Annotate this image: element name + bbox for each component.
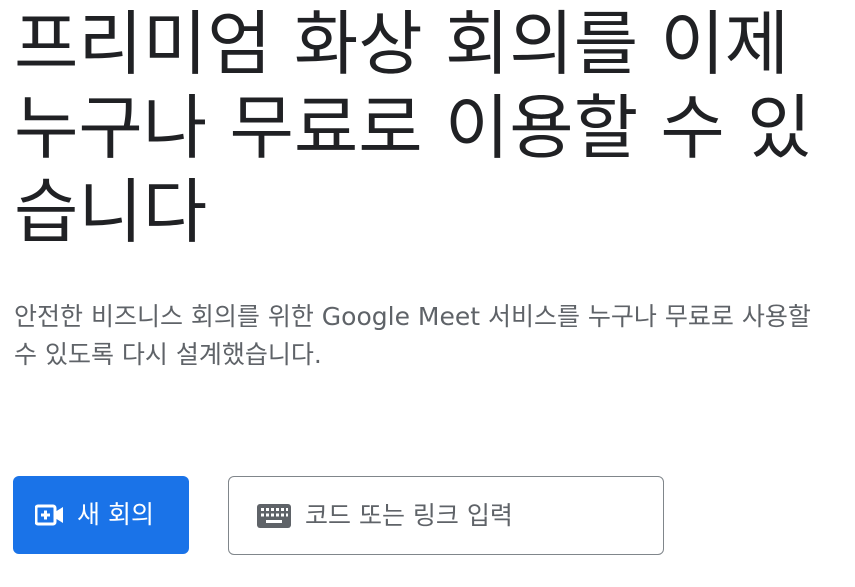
video-add-icon (35, 502, 65, 528)
keyboard-icon (257, 503, 291, 529)
new-meeting-label: 새 회의 (77, 500, 154, 529)
meeting-code-field[interactable] (228, 476, 664, 555)
hero-title: 프리미엄 화상 회의를 이제 누구나 무료로 이용할 수 있습니다 (14, 3, 812, 253)
hero-subtitle: 안전한 비즈니스 회의를 위한 Google Meet 서비스를 누구나 무료로… (14, 302, 811, 369)
new-meeting-button[interactable]: 새 회의 (13, 476, 189, 554)
meeting-code-input[interactable] (305, 495, 645, 536)
